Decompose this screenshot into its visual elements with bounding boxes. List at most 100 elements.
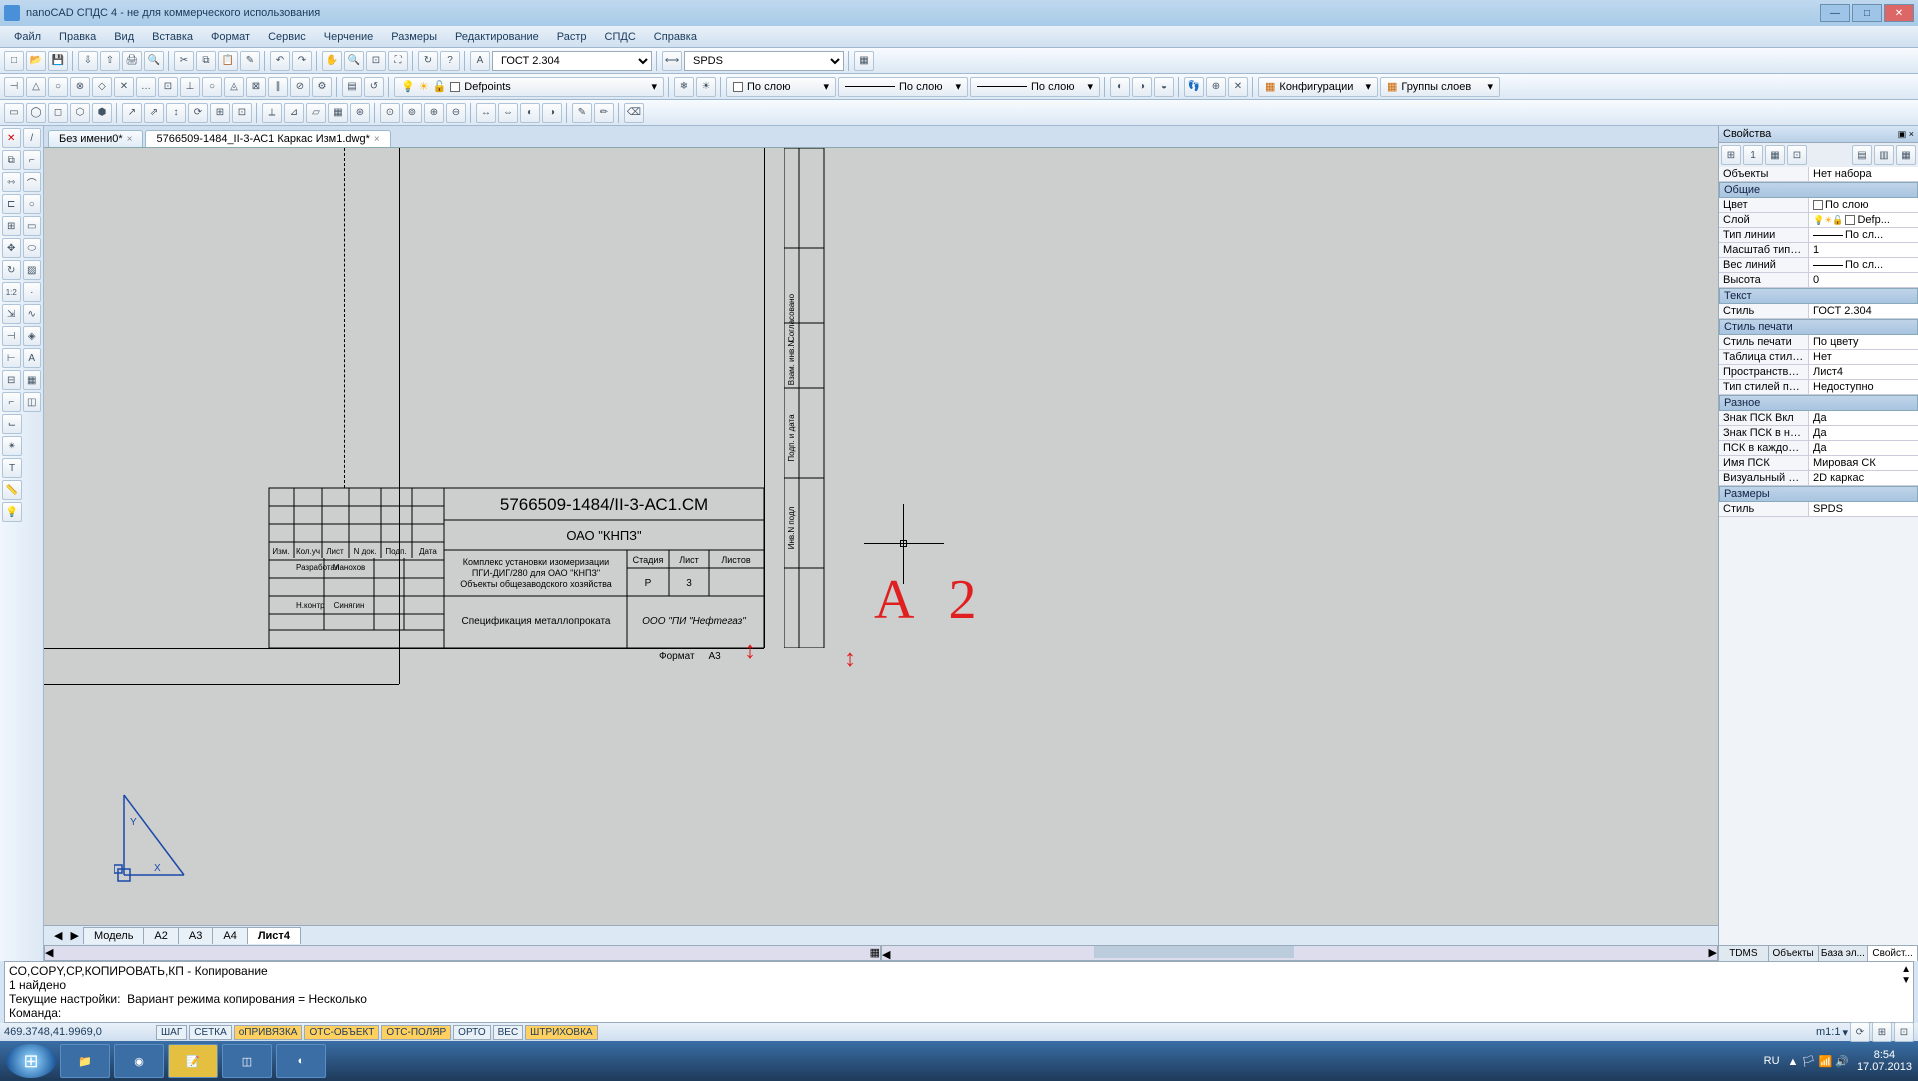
task-chrome-icon[interactable]: ◉ — [114, 1044, 164, 1078]
spline-icon[interactable]: ∿ — [23, 304, 42, 324]
snap-end-icon[interactable]: ⊣ — [4, 77, 24, 97]
rect-icon[interactable]: ▭ — [23, 216, 42, 236]
tab-a3[interactable]: А3 — [178, 927, 213, 944]
layer-off-icon[interactable]: ◒ — [1154, 77, 1174, 97]
zoom-window-icon[interactable]: ⊡ — [366, 51, 386, 71]
snap-none-icon[interactable]: ⊘ — [290, 77, 310, 97]
prop-toggle-2-icon[interactable]: 1 — [1743, 145, 1763, 165]
trim-icon[interactable]: ⊣ — [2, 326, 21, 346]
menu-dim[interactable]: Размеры — [383, 29, 445, 45]
sb-oprivyazka[interactable]: оПРИВЯЗКА — [234, 1025, 303, 1040]
spds-21-icon[interactable]: ↔ — [476, 103, 496, 123]
pan-icon[interactable]: ✋ — [322, 51, 342, 71]
prop-toggle-4-icon[interactable]: ⊡ — [1787, 145, 1807, 165]
prop-tab-db[interactable]: База эл... — [1819, 946, 1869, 961]
dim-style-dropdown[interactable]: SPDS — [684, 51, 844, 71]
extend-icon[interactable]: ⊢ — [2, 348, 21, 368]
layer-merge-icon[interactable]: ⊕ — [1206, 77, 1226, 97]
spds-18-icon[interactable]: ⊚ — [402, 103, 422, 123]
layer-del-icon[interactable]: ✕ — [1228, 77, 1248, 97]
spds-10-icon[interactable]: ⊞ — [210, 103, 230, 123]
snap-quad-icon[interactable]: ◇ — [92, 77, 112, 97]
spds-12-icon[interactable]: ⟂ — [262, 103, 282, 123]
layer-iso-icon[interactable]: ◐ — [1110, 77, 1130, 97]
close-tab-icon[interactable]: × — [374, 134, 380, 145]
tab-a2[interactable]: А2 — [143, 927, 178, 944]
block-icon[interactable]: ◫ — [23, 392, 42, 412]
command-input[interactable] — [65, 1006, 565, 1020]
erase-icon[interactable]: ✕ — [2, 128, 21, 148]
menu-insert[interactable]: Вставка — [144, 29, 201, 45]
sb-icon-2[interactable]: ⊞ — [1872, 1022, 1892, 1042]
config-dropdown[interactable]: ▦Конфигурации▾ — [1258, 77, 1378, 97]
spds-19-icon[interactable]: ⊕ — [424, 103, 444, 123]
menu-edit[interactable]: Правка — [51, 29, 104, 45]
snap-node-icon[interactable]: ⊗ — [70, 77, 90, 97]
snap-near-icon[interactable]: ◬ — [224, 77, 244, 97]
stretch-icon[interactable]: ⇲ — [2, 304, 21, 324]
freeze-icon[interactable]: ❄ — [674, 77, 694, 97]
menu-format[interactable]: Формат — [203, 29, 258, 45]
snap-tan-icon[interactable]: ○ — [202, 77, 222, 97]
tables-icon[interactable]: ▦ — [854, 51, 874, 71]
spds-8-icon[interactable]: ↕ — [166, 103, 186, 123]
save-icon[interactable]: 💾 — [48, 51, 68, 71]
layer-prev-icon[interactable]: ↺ — [364, 77, 384, 97]
start-button[interactable]: ⊞ — [6, 1044, 56, 1078]
spds-26-icon[interactable]: ✏ — [594, 103, 614, 123]
chamfer-icon[interactable]: ⌙ — [2, 414, 22, 434]
close-button[interactable]: ✕ — [1884, 4, 1914, 22]
export-icon[interactable]: ⇧ — [100, 51, 120, 71]
layer-walk-icon[interactable]: 👣 — [1184, 77, 1204, 97]
spds-20-icon[interactable]: ⊖ — [446, 103, 466, 123]
mtext-icon[interactable]: A — [23, 348, 42, 368]
hatch-icon[interactable]: ▨ — [23, 260, 42, 280]
spds-22-icon[interactable]: ⇔ — [498, 103, 518, 123]
light-icon[interactable]: 💡 — [2, 502, 22, 522]
print-icon[interactable]: 🖨 — [122, 51, 142, 71]
sb-ves[interactable]: ВЕС — [493, 1025, 524, 1040]
maximize-button[interactable]: □ — [1852, 4, 1882, 22]
drawing-canvas[interactable]: 5766509-1484/II-3-АС1.СМ ОАО "КНПЗ" Комп… — [44, 148, 1718, 925]
system-tray[interactable]: RU ▲ 🏳 📶 🔊 8:54 17.07.2013 — [1764, 1049, 1912, 1073]
explode-icon[interactable]: ✴ — [2, 436, 22, 456]
prop-tab-objects[interactable]: Объекты — [1769, 946, 1819, 961]
prop-tab-tdms[interactable]: TDMS — [1719, 946, 1769, 961]
sb-setka[interactable]: СЕТКА — [189, 1025, 232, 1040]
spds-25-icon[interactable]: ✎ — [572, 103, 592, 123]
sb-orto[interactable]: ОРТО — [453, 1025, 490, 1040]
menu-spds[interactable]: СПДС — [597, 29, 644, 45]
point-icon[interactable]: · — [23, 282, 42, 302]
preview-icon[interactable]: 🔍 — [144, 51, 164, 71]
sb-shag[interactable]: ШАГ — [156, 1025, 187, 1040]
spds-23-icon[interactable]: ◐ — [520, 103, 540, 123]
layer-dropdown[interactable]: 💡☀🔓 Defpoints▾ — [394, 77, 664, 97]
spds-2-icon[interactable]: ◯ — [26, 103, 46, 123]
task-app1-icon[interactable]: ◫ — [222, 1044, 272, 1078]
circle-icon[interactable]: ○ — [23, 194, 42, 214]
spds-5-icon[interactable]: ⬢ — [92, 103, 112, 123]
spds-17-icon[interactable]: ⊙ — [380, 103, 400, 123]
doc-tab-1[interactable]: 5766509-1484_II-3-АС1 Каркас Изм1.dwg*× — [145, 130, 390, 147]
measure-icon[interactable]: 📏 — [2, 480, 22, 500]
prop-toggle-3-icon[interactable]: ▦ — [1765, 145, 1785, 165]
task-notes-icon[interactable]: 📝 — [168, 1044, 218, 1078]
hscroll-main[interactable]: ◀ ▶ — [881, 945, 1718, 961]
snap-int-icon[interactable]: ✕ — [114, 77, 134, 97]
table-icon[interactable]: ▦ — [23, 370, 42, 390]
prop-tab-props[interactable]: Свойст... — [1868, 946, 1918, 961]
spds-15-icon[interactable]: ▦ — [328, 103, 348, 123]
snap-ins-icon[interactable]: ⊡ — [158, 77, 178, 97]
arc-icon[interactable]: ⌒ — [23, 172, 42, 192]
sb-shtrikh[interactable]: ШТРИХОВКА — [525, 1025, 597, 1040]
spds-4-icon[interactable]: ⬡ — [70, 103, 90, 123]
snap-cen-icon[interactable]: ○ — [48, 77, 68, 97]
move-icon[interactable]: ✥ — [2, 238, 21, 258]
minimize-button[interactable]: — — [1820, 4, 1850, 22]
lineweight-dropdown[interactable]: По слою▾ — [970, 77, 1100, 97]
zoom-extent-icon[interactable]: ⛶ — [388, 51, 408, 71]
text-style-icon[interactable]: A — [470, 51, 490, 71]
line-icon[interactable]: / — [23, 128, 42, 148]
snap-settings-icon[interactable]: ⚙ — [312, 77, 332, 97]
spds-13-icon[interactable]: ⊿ — [284, 103, 304, 123]
